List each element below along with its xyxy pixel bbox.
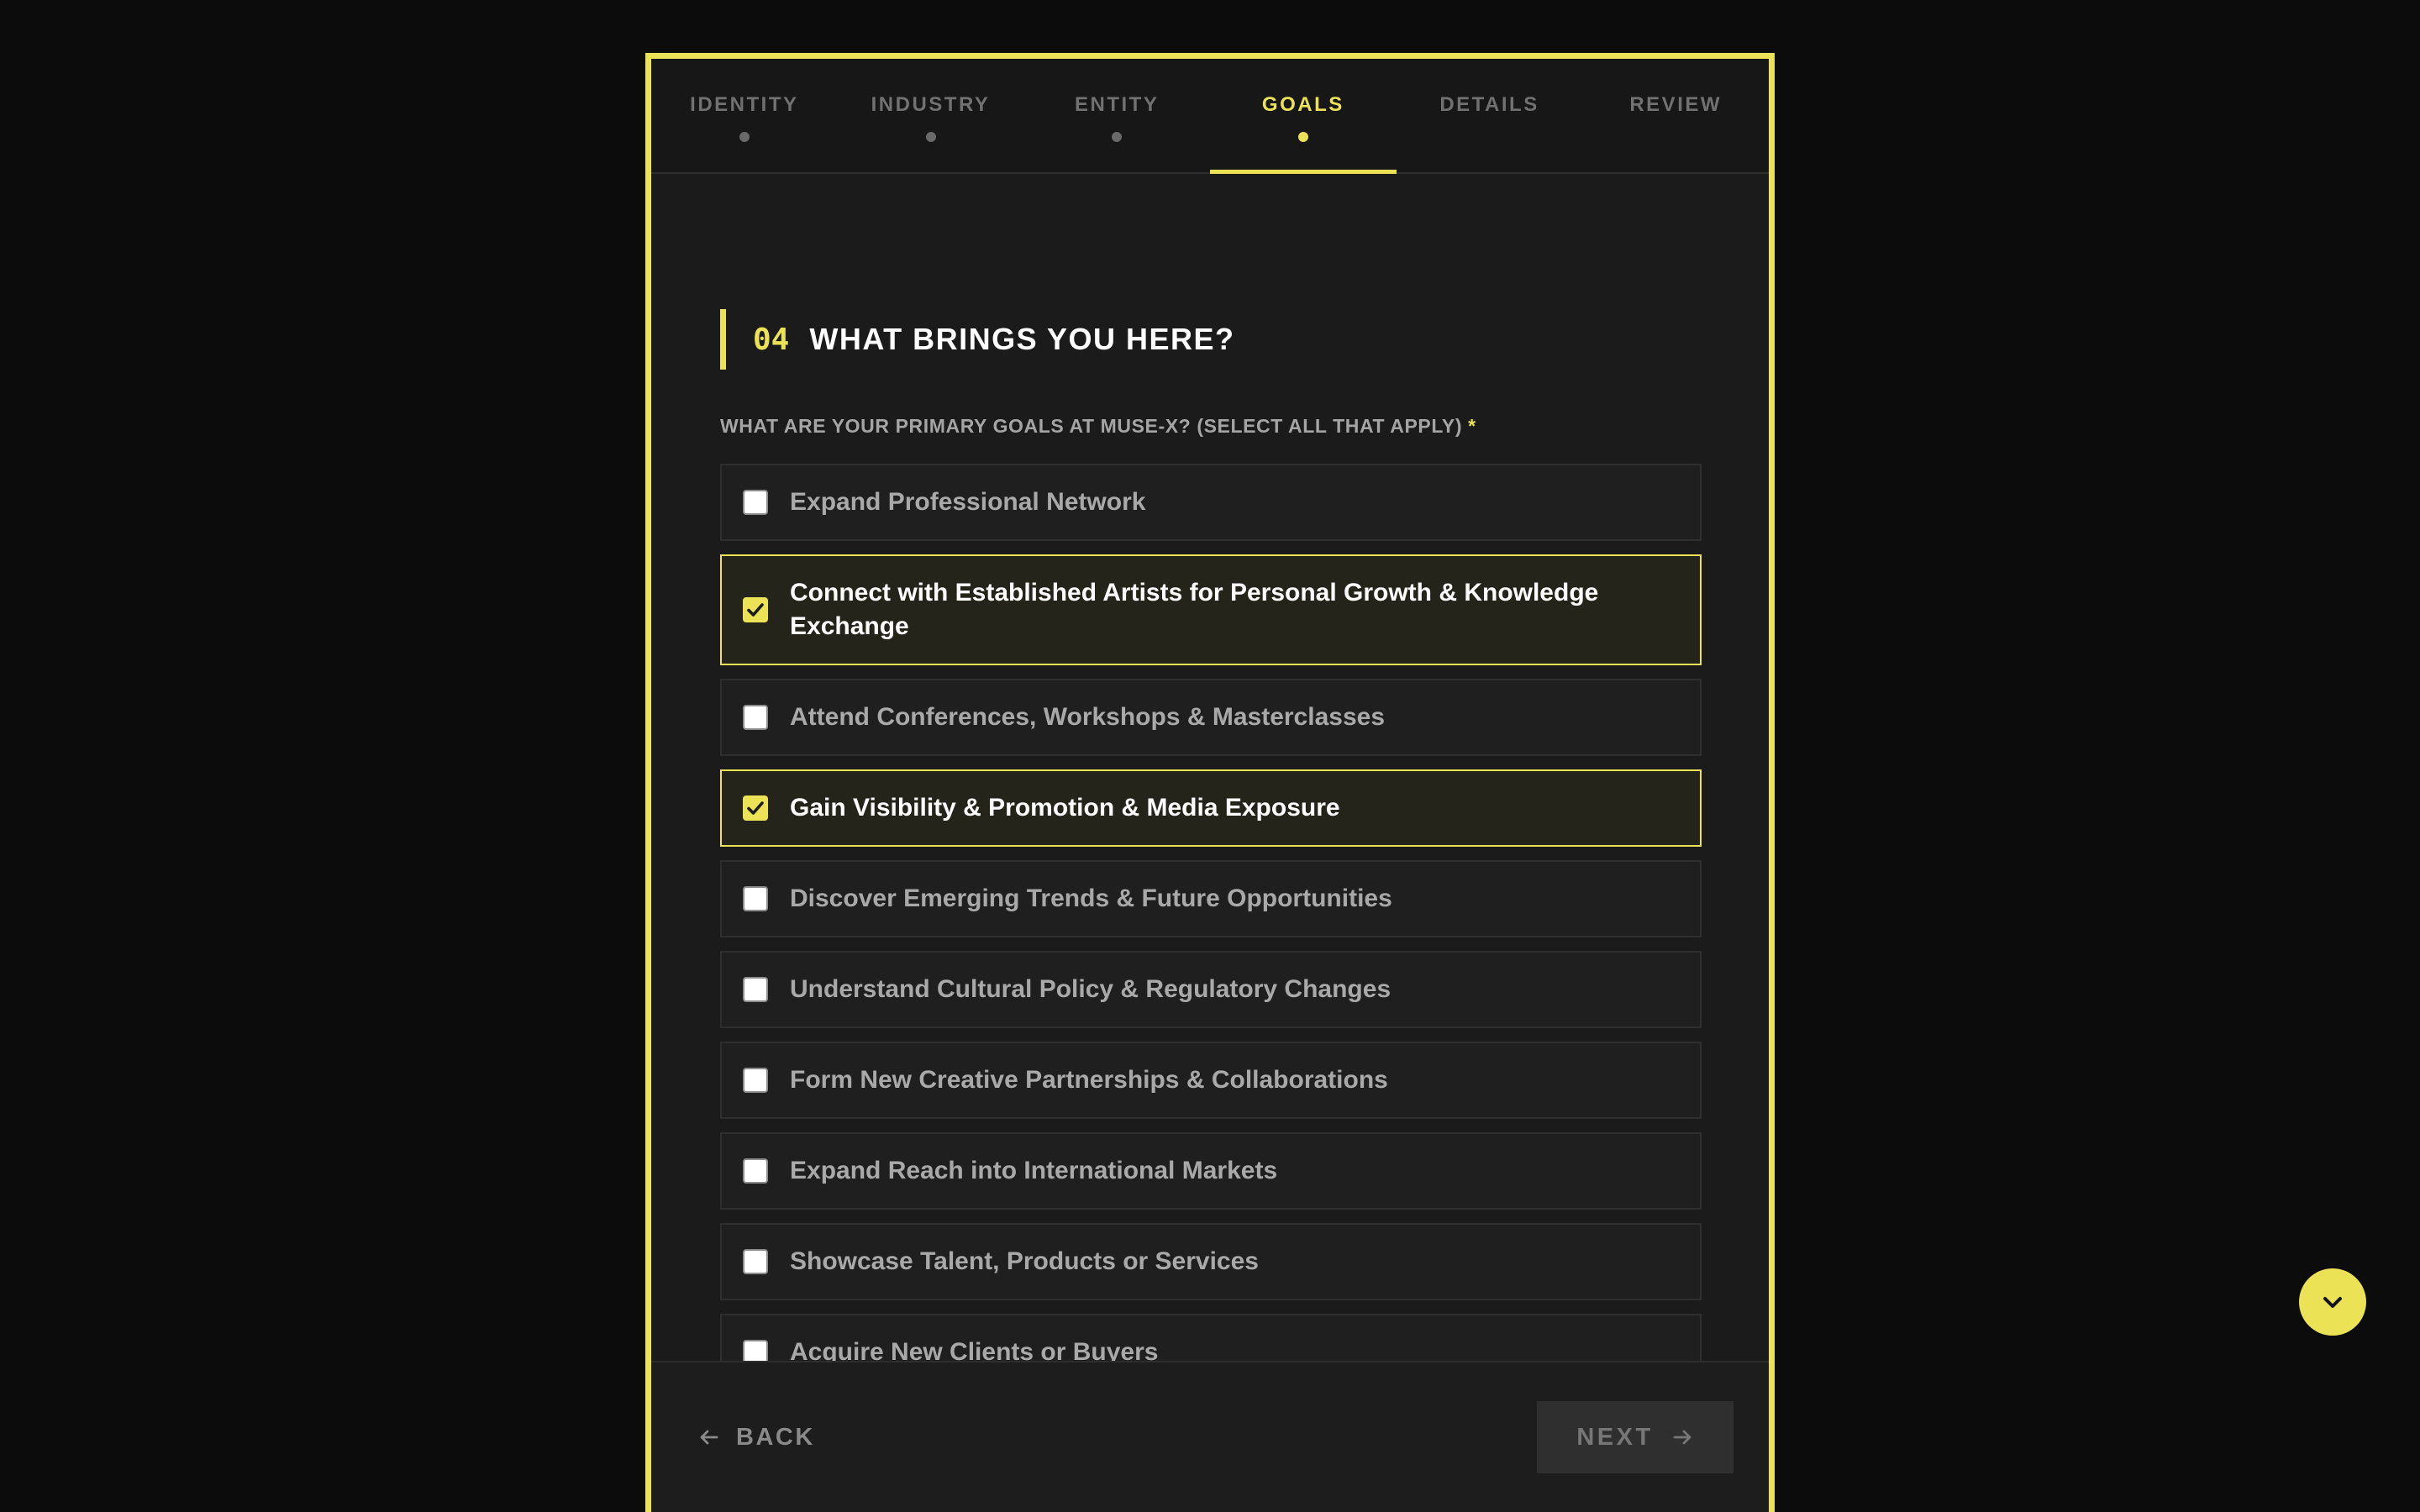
- checkmark-icon: [747, 603, 764, 617]
- tab-entity[interactable]: ENTITY: [1023, 59, 1210, 172]
- checkbox[interactable]: [743, 1068, 768, 1093]
- question-label: WHAT ARE YOUR PRIMARY GOALS AT MUSE-X? (…: [720, 414, 1476, 438]
- checkbox[interactable]: [743, 705, 768, 730]
- goal-option[interactable]: Understand Cultural Policy & Regulatory …: [720, 951, 1702, 1028]
- goal-option[interactable]: Expand Reach into International Markets: [720, 1132, 1702, 1210]
- required-marker: *: [1468, 415, 1476, 437]
- checkbox[interactable]: [743, 977, 768, 1002]
- section-title: WHAT BRINGS YOU HERE?: [809, 322, 1235, 356]
- form-content[interactable]: 04 WHAT BRINGS YOU HERE? WHAT ARE YOUR P…: [651, 174, 1769, 1415]
- goal-option-label: Attend Conferences, Workshops & Mastercl…: [790, 703, 1386, 731]
- tab-label: GOALS: [1261, 93, 1344, 116]
- goal-option-label: Expand Reach into International Markets: [790, 1157, 1278, 1184]
- tab-label: IDENTITY: [690, 93, 799, 116]
- onboarding-modal: IDENTITY INDUSTRY ENTITY GOALS DETAILS R…: [645, 53, 1775, 1512]
- next-button-label: NEXT: [1576, 1423, 1654, 1451]
- tab-label: REVIEW: [1629, 93, 1723, 116]
- chevron-down-icon: [2323, 1297, 2342, 1308]
- goal-option[interactable]: Connect with Established Artists for Per…: [720, 554, 1702, 665]
- back-button[interactable]: BACK: [697, 1401, 815, 1473]
- checkbox[interactable]: [743, 886, 768, 911]
- checkbox[interactable]: [743, 597, 768, 622]
- tab-industry[interactable]: INDUSTRY: [838, 59, 1024, 172]
- goal-option[interactable]: Expand Professional Network: [720, 464, 1702, 541]
- tab-identity[interactable]: IDENTITY: [651, 59, 838, 172]
- goal-option[interactable]: Form New Creative Partnerships & Collabo…: [720, 1042, 1702, 1119]
- goal-option-label: Expand Professional Network: [790, 488, 1146, 516]
- goal-option-label: Discover Emerging Trends & Future Opport…: [790, 885, 1392, 912]
- checkbox[interactable]: [743, 1158, 768, 1184]
- arrow-left-icon: [700, 1430, 718, 1445]
- step-tabs: IDENTITY INDUSTRY ENTITY GOALS DETAILS R…: [651, 59, 1769, 174]
- tab-label: INDUSTRY: [871, 93, 991, 116]
- goal-option-label: Gain Visibility & Promotion & Media Expo…: [790, 794, 1340, 822]
- checkmark-icon: [747, 801, 764, 815]
- arrow-right-icon: [1673, 1430, 1691, 1445]
- checkbox[interactable]: [743, 490, 768, 515]
- tab-review[interactable]: REVIEW: [1582, 59, 1769, 172]
- tab-label: ENTITY: [1075, 93, 1160, 116]
- goal-option-label: Connect with Established Artists for Per…: [790, 579, 1599, 640]
- scroll-down-button[interactable]: [2299, 1268, 2366, 1336]
- goal-option[interactable]: Attend Conferences, Workshops & Mastercl…: [720, 679, 1702, 756]
- goal-options: Expand Professional Network Connect with…: [720, 464, 1702, 1415]
- section-header: 04 WHAT BRINGS YOU HERE?: [720, 309, 1235, 370]
- goal-option-label: Showcase Talent, Products or Services: [790, 1247, 1259, 1275]
- tab-dot: [925, 132, 936, 142]
- form-footer: BACK NEXT: [651, 1361, 1769, 1512]
- next-button[interactable]: NEXT: [1537, 1401, 1733, 1473]
- tab-details[interactable]: DETAILS: [1397, 59, 1583, 172]
- tab-dot: [1297, 132, 1308, 142]
- checkbox[interactable]: [743, 1249, 768, 1274]
- back-button-label: BACK: [736, 1423, 815, 1451]
- section-number: 04: [753, 322, 790, 357]
- question-text: WHAT ARE YOUR PRIMARY GOALS AT MUSE-X? (…: [720, 415, 1463, 437]
- goal-option[interactable]: Showcase Talent, Products or Services: [720, 1223, 1702, 1300]
- goal-option-label: Form New Creative Partnerships & Collabo…: [790, 1066, 1388, 1094]
- tab-label: DETAILS: [1439, 93, 1539, 116]
- goal-option[interactable]: Discover Emerging Trends & Future Opport…: [720, 860, 1702, 937]
- goal-option[interactable]: Gain Visibility & Promotion & Media Expo…: [720, 769, 1702, 847]
- tab-dot: [1112, 132, 1123, 142]
- checkbox[interactable]: [743, 795, 768, 821]
- tab-dot: [739, 132, 750, 142]
- tab-goals[interactable]: GOALS: [1210, 59, 1397, 174]
- goal-option-label: Understand Cultural Policy & Regulatory …: [790, 975, 1392, 1003]
